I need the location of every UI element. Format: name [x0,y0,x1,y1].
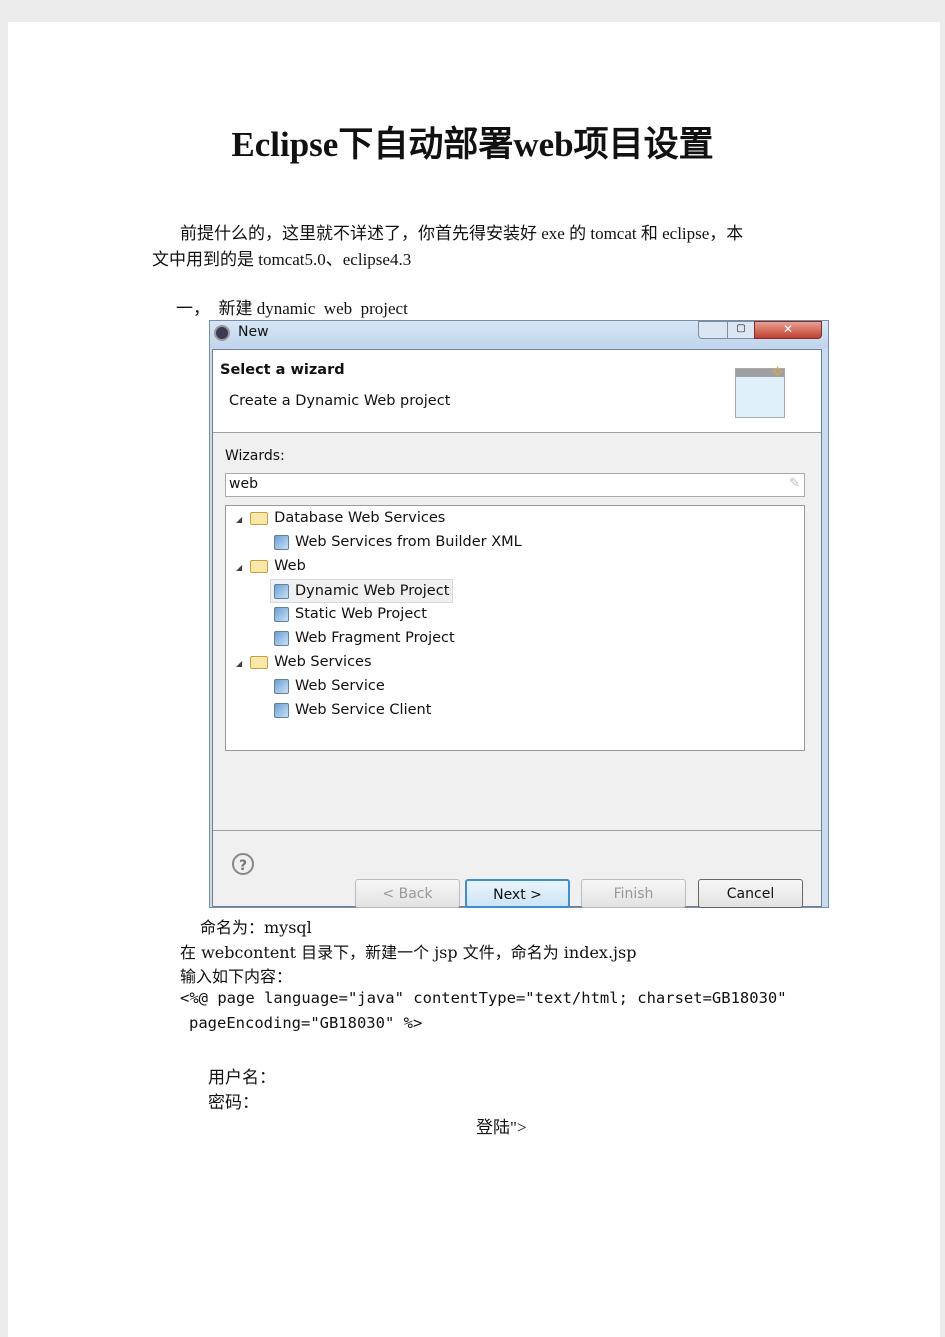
wizards-label: Wizards: [225,448,285,464]
tree-label: Web Services [274,654,372,670]
web-project-icon [274,534,289,550]
intro-paragraph-line1: 前提什么的，这里就不详述了，你首先得安装好 exe 的 tomcat 和 ecl… [180,224,744,243]
header-title: Select a wizard [220,362,345,378]
tree-folder[interactable]: ◢ Database Web Services [236,507,445,529]
clear-filter-icon[interactable]: ✎ [789,476,800,491]
tree-item[interactable]: Web Fragment Project [274,627,455,649]
tree-item[interactable]: Web Service Client [274,699,431,721]
expand-triangle-icon[interactable]: ◢ [236,659,242,668]
folder-icon [250,511,269,525]
project-name-line: 命名为：mysql [200,918,312,937]
intro-paragraph-line2: 文中用到的是 tomcat5.0、eclipse4.3 [152,250,412,269]
jsp-instruction-line: 在 webcontent 目录下，新建一个 jsp 文件，命名为 index.j… [180,943,637,962]
dialog-body: Select a wizard Create a Dynamic Web pro… [212,349,822,908]
expand-triangle-icon[interactable]: ◢ [236,515,242,524]
login-text: 登陆"> [476,1118,527,1137]
tree-label: Web Service [295,678,385,694]
web-project-icon [274,606,289,622]
step-heading: 一， 新建 dynamic web project [176,299,408,318]
next-button[interactable]: Next > [465,879,570,908]
window-title: New [238,324,269,340]
tree-label: Web Service Client [295,702,432,718]
wizard-tree: ◢ Database Web Services Web Services from … [225,505,805,751]
expand-triangle-icon[interactable]: ◢ [236,563,242,572]
input-instruction-line: 输入如下内容： [180,967,293,986]
tree-item[interactable]: Static Web Project [274,603,427,625]
finish-button[interactable]: Finish [581,879,686,908]
tree-label: Database Web Services [274,510,446,526]
wizard-filter-input[interactable]: web ✎ [225,473,805,497]
password-label: 密码： [208,1093,259,1112]
maximize-button[interactable]: ▢ [727,321,755,339]
web-project-icon [274,630,289,646]
header-description: Create a Dynamic Web project [229,393,451,409]
tree-folder[interactable]: ◢ Web [236,555,306,577]
minimize-button[interactable] [698,321,728,339]
tree-label: Dynamic Web Project [295,583,450,599]
tree-item[interactable]: Web Services from Builder XML [274,531,522,553]
folder-icon [250,559,269,573]
tree-label: Static Web Project [295,606,427,622]
eclipse-icon [214,325,230,341]
close-button[interactable]: ✕ [754,321,822,339]
tree-folder[interactable]: ◢ Web Services [236,651,372,673]
footer-divider [213,830,821,831]
document-title: Eclipse下自动部署web项目设置 [231,125,714,164]
tree-item[interactable]: Web Service [274,675,385,697]
new-wizard-dialog: New ▢ ✕ Select a wizard Create a Dynamic… [209,320,829,908]
tree-label: Web [274,558,306,574]
code-line-2: pageEncoding="GB18030" %> [189,1014,423,1032]
tree-label: Web Fragment Project [295,630,455,646]
folder-icon [250,655,269,669]
web-project-icon [274,702,289,718]
sparkle-icon: ✧ [770,362,786,383]
web-project-icon [274,678,289,694]
web-project-icon [274,583,289,599]
back-button[interactable]: < Back [355,879,460,908]
tree-item[interactable]: Dynamic Web Project [270,579,454,603]
tree-label: Web Services from Builder XML [295,534,522,550]
filter-text: web [229,476,258,492]
code-line-1: <%@ page language="java" contentType="te… [180,989,787,1007]
title-bar: New ▢ ✕ [210,321,828,348]
help-icon[interactable]: ? [232,853,254,875]
cancel-button[interactable]: Cancel [698,879,803,908]
username-label: 用户名： [208,1068,276,1087]
wizard-header: Select a wizard Create a Dynamic Web pro… [213,350,821,433]
